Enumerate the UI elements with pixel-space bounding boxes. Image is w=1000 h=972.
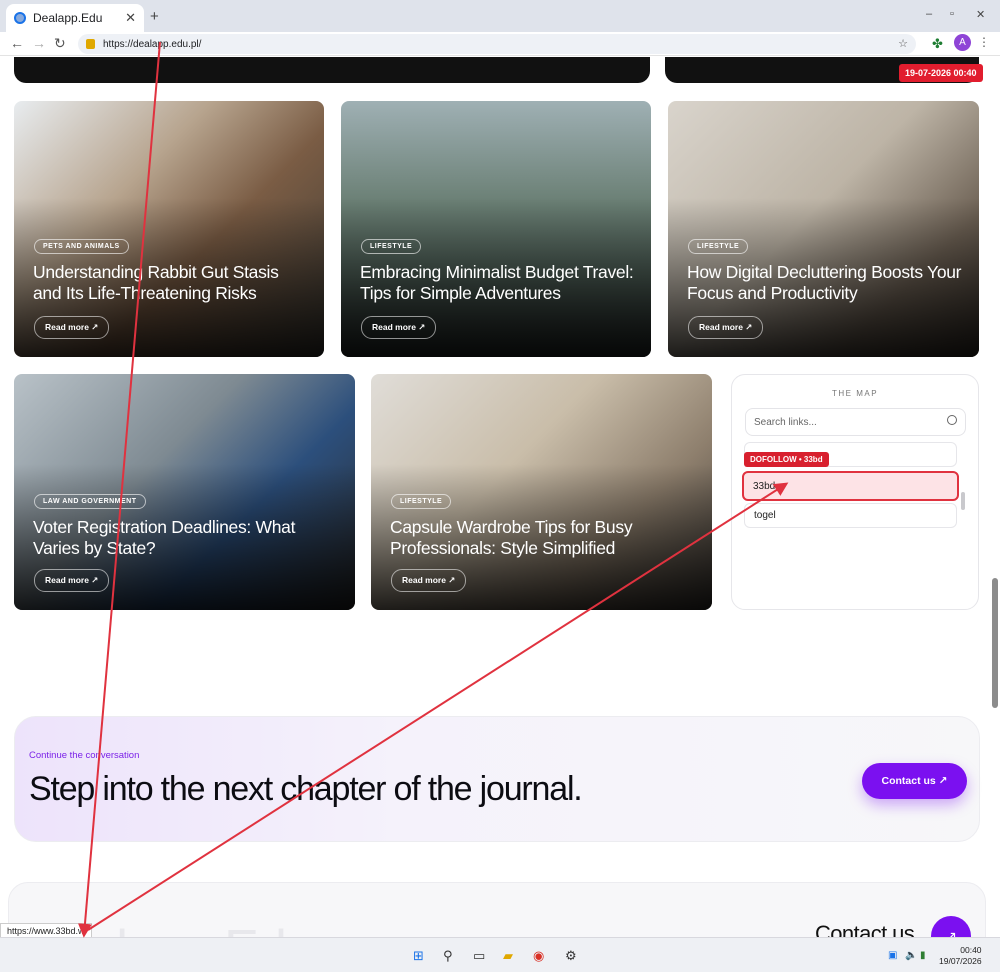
status-bar-url: https://www.33bd.w	[0, 923, 92, 938]
category-badge[interactable]: PETS AND ANIMALS	[34, 239, 129, 254]
article-card[interactable]: LIFESTYLE How Digital Decluttering Boost…	[668, 101, 979, 357]
read-more-button[interactable]: Read more ↗	[391, 569, 467, 592]
browser-tab[interactable]: Dealapp.Edu ✕	[6, 4, 144, 32]
file-explorer-icon[interactable]: ▰	[503, 948, 513, 964]
read-more-button[interactable]: Read more ↗	[34, 316, 110, 339]
search-links-input[interactable]: Search links...	[745, 408, 966, 436]
article-title[interactable]: Voter Registration Deadlines: What Varie…	[33, 517, 339, 559]
search-icon[interactable]	[947, 415, 957, 425]
maximize-button[interactable]: ▫	[950, 8, 954, 20]
windows-taskbar: ⊞ ⚲ ▭ ▰ ◉ ⚙ ▣ 🔈 ▮ 00:40 19/07/2026	[0, 937, 1000, 972]
site-favicon-icon	[14, 12, 26, 24]
cta-kicker: Continue the conversation	[29, 750, 140, 761]
link-list-item-highlighted[interactable]: 33bd	[742, 471, 959, 501]
extension-puzzle-icon[interactable]: ✤	[932, 36, 943, 52]
back-arrow-icon[interactable]: ←	[10, 35, 24, 51]
start-windows-icon[interactable]: ⊞	[413, 948, 424, 964]
article-card[interactable]: LIFESTYLE Capsule Wardrobe Tips for Busy…	[371, 374, 712, 610]
tab-close-icon[interactable]: ✕	[125, 10, 136, 26]
date-flag-badge: 19-07-2026 00:40	[899, 64, 983, 82]
footer-arrow-icon[interactable]: ↗	[931, 916, 971, 937]
system-clock[interactable]: 00:40 19/07/2026	[939, 945, 982, 967]
read-more-button[interactable]: Read more ↗	[688, 316, 764, 339]
search-icon[interactable]: ⚲	[443, 948, 453, 964]
browser-tab-strip: Dealapp.Edu ✕ + – ▫ ✕	[0, 0, 1000, 32]
page-scrollbar[interactable]	[992, 578, 998, 708]
volume-icon[interactable]: 🔈	[905, 950, 917, 961]
cta-headline: Step into the next chapter of the journa…	[29, 770, 583, 808]
battery-icon[interactable]: ▮	[920, 950, 926, 961]
bookmark-star-icon[interactable]: ☆	[898, 37, 908, 50]
address-url: https://dealapp.edu.pl/	[103, 38, 202, 50]
list-scrollbar[interactable]	[961, 492, 965, 510]
tray-app-icon[interactable]: ▣	[888, 950, 897, 961]
category-badge[interactable]: LIFESTYLE	[688, 239, 749, 254]
lock-icon	[86, 39, 95, 49]
forward-arrow-icon[interactable]: →	[32, 35, 46, 51]
profile-avatar[interactable]: A	[954, 34, 971, 51]
web-page: 19-07-2026 00:40 PETS AND ANIMALS Unders…	[0, 57, 1000, 937]
article-title[interactable]: Capsule Wardrobe Tips for Busy Professio…	[390, 517, 696, 559]
map-heading: THE MAP	[831, 389, 879, 398]
link-map-widget: THE MAP Search links... DOFOLLOW • 33bd …	[731, 374, 979, 610]
contact-us-button[interactable]: Contact us ↗	[862, 763, 967, 799]
clock-time: 00:40	[960, 945, 982, 955]
site-footer: Dealapp.Edu Contact us ↗	[8, 882, 986, 937]
clock-date: 19/07/2026	[939, 956, 982, 966]
previous-card-bottom	[14, 57, 650, 83]
tab-title: Dealapp.Edu	[33, 11, 103, 25]
article-card[interactable]: LAW AND GOVERNMENT Voter Registration De…	[14, 374, 355, 610]
article-title[interactable]: Embracing Minimalist Budget Travel: Tips…	[360, 262, 635, 304]
article-card[interactable]: LIFESTYLE Embracing Minimalist Budget Tr…	[341, 101, 651, 357]
minimize-button[interactable]: –	[926, 8, 932, 20]
settings-gear-icon[interactable]: ⚙	[565, 948, 577, 964]
footer-contact-link[interactable]: Contact us	[815, 921, 915, 937]
cta-banner: Continue the conversation Step into the …	[14, 716, 980, 842]
article-title[interactable]: Understanding Rabbit Gut Stasis and Its …	[33, 262, 308, 304]
category-badge[interactable]: LAW AND GOVERNMENT	[34, 494, 146, 509]
new-tab-button[interactable]: +	[150, 8, 159, 25]
category-badge[interactable]: LIFESTYLE	[361, 239, 422, 254]
article-card[interactable]: PETS AND ANIMALS Understanding Rabbit Gu…	[14, 101, 324, 357]
reload-icon[interactable]: ↻	[54, 35, 66, 52]
browser-toolbar: ← → ↻ https://dealapp.edu.pl/ ☆	[0, 32, 1000, 56]
browser-menu-icon[interactable]: ⋮	[978, 35, 990, 49]
link-list-item[interactable]: togel	[744, 503, 957, 528]
read-more-button[interactable]: Read more ↗	[34, 569, 110, 592]
search-placeholder: Search links...	[754, 416, 817, 428]
task-view-icon[interactable]: ▭	[473, 948, 485, 964]
dofollow-badge: DOFOLLOW • 33bd	[744, 452, 829, 467]
category-badge[interactable]: LIFESTYLE	[391, 494, 452, 509]
read-more-button[interactable]: Read more ↗	[361, 316, 437, 339]
address-bar[interactable]: https://dealapp.edu.pl/ ☆	[78, 34, 916, 54]
window-close-button[interactable]: ✕	[976, 8, 985, 21]
chrome-icon[interactable]: ◉	[533, 948, 544, 964]
article-title[interactable]: How Digital Decluttering Boosts Your Foc…	[687, 262, 963, 304]
